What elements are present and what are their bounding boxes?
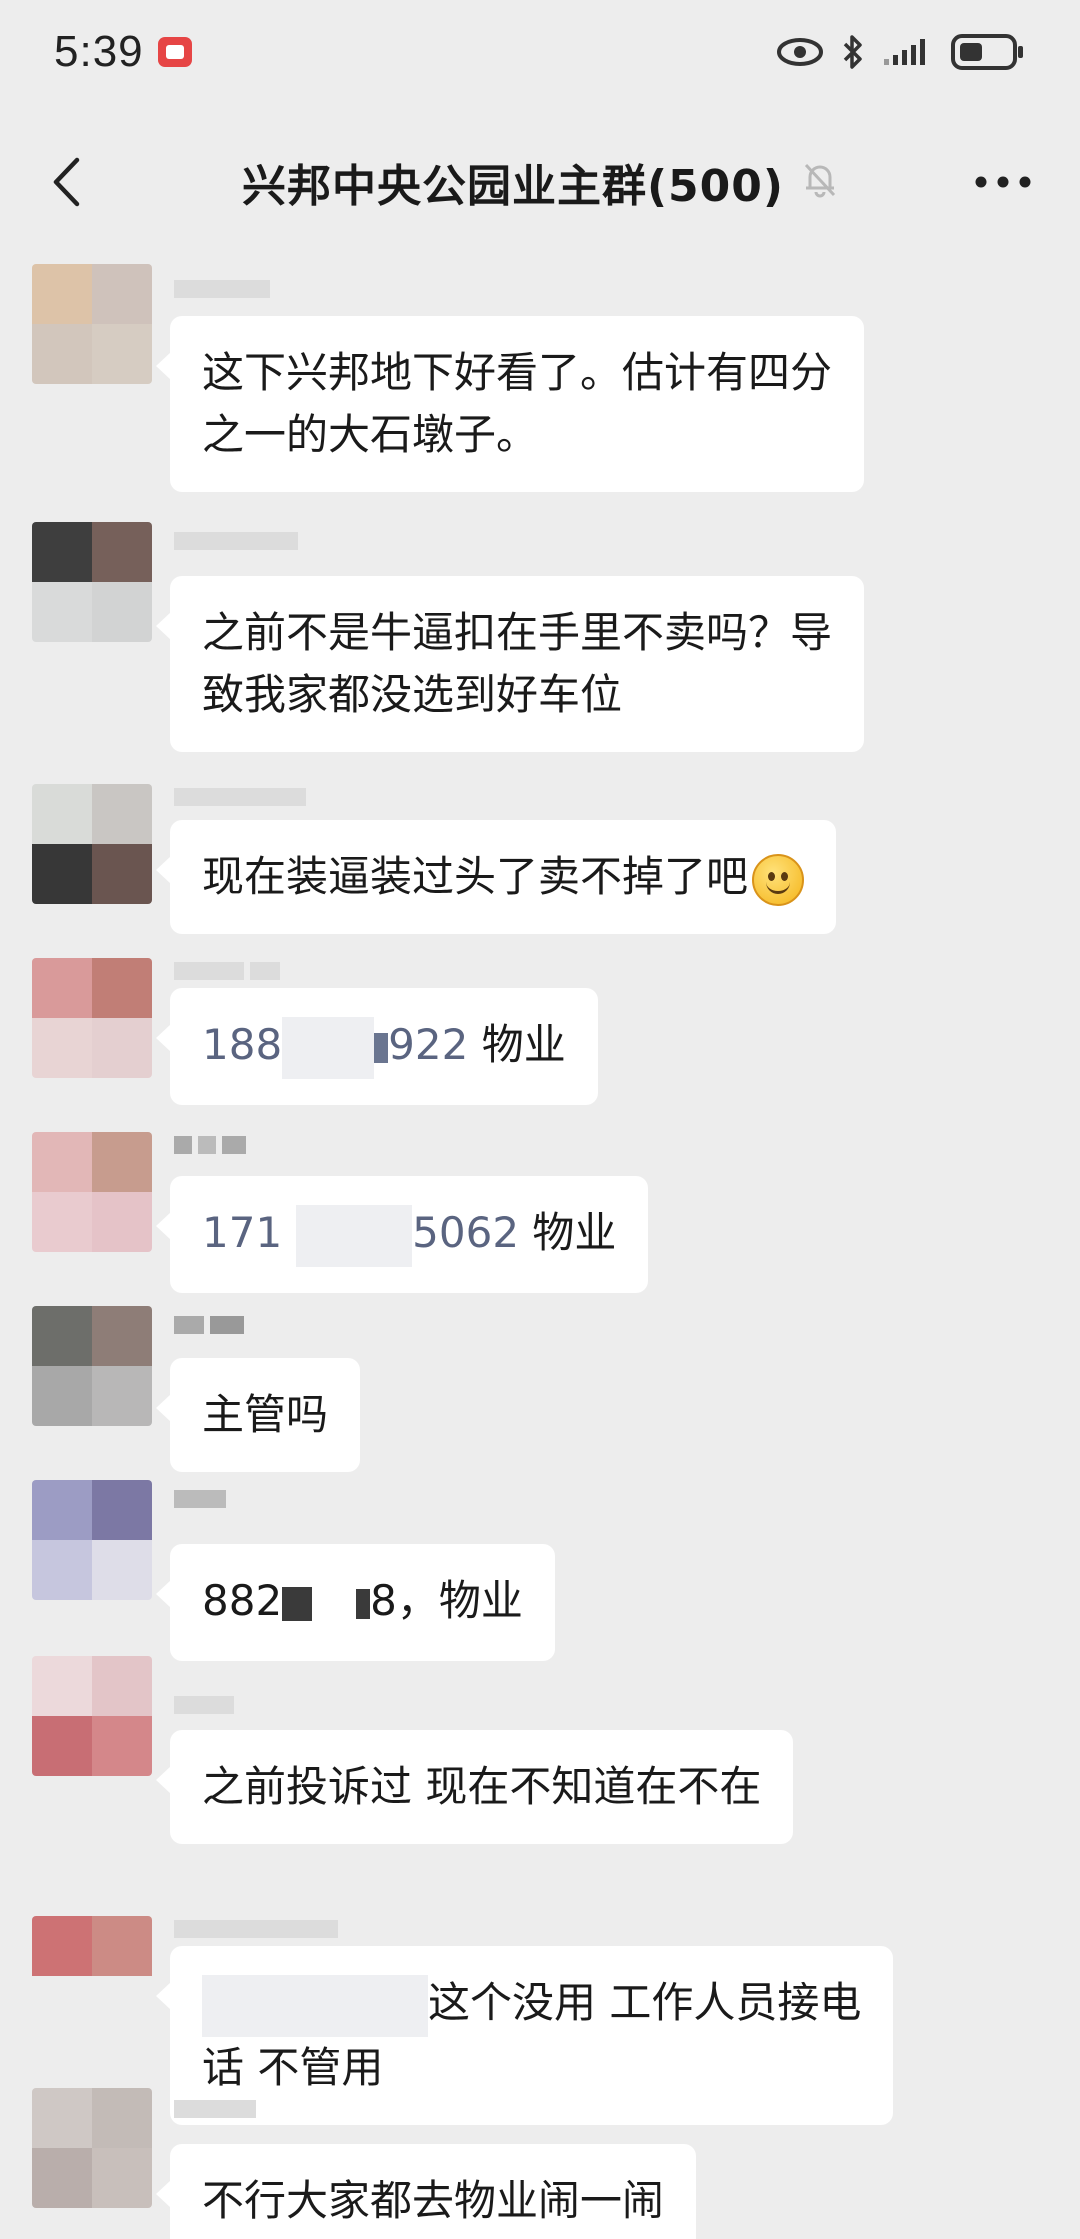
avatar[interactable]: [32, 264, 152, 384]
sender-name: [174, 1312, 244, 1338]
message-line: 话 不管用: [202, 2042, 384, 2092]
message-bubble[interactable]: 882 8，物业: [156, 1544, 555, 1661]
redaction-block: [296, 1204, 413, 1267]
message-text: 主管吗: [202, 1390, 329, 1439]
message-line: 之一的大石墩子。: [202, 410, 539, 459]
avatar[interactable]: [32, 1306, 152, 1426]
avatar[interactable]: [32, 1916, 152, 2036]
phone-number-end: 5062: [412, 1208, 520, 1257]
phone-number-start: 882: [202, 1576, 283, 1625]
avatar[interactable]: [32, 958, 152, 1078]
redaction-block: [312, 1572, 357, 1635]
message-bubble[interactable]: 现在装逼装过头了卖不掉了吧: [155, 820, 837, 934]
eye-icon: [776, 37, 824, 67]
avatar[interactable]: [32, 1132, 152, 1252]
more-button[interactable]: [968, 156, 1038, 208]
message-bubble[interactable]: 这下兴邦地下好看了。估计有四分 之一的大石墩子。: [155, 316, 865, 492]
title-wrap: 兴邦中央公园业主群(500): [242, 150, 838, 214]
status-time: 5:39: [54, 27, 144, 76]
message-bubble[interactable]: 之前不是牛逼扣在手里不卖吗？导 致我家都没选到好车位: [155, 576, 865, 752]
phone-number-end: 922: [388, 1020, 469, 1069]
sender-name: [174, 784, 306, 810]
signal-icon: [882, 37, 932, 67]
message-line: 这下兴邦地下好看了。估计有四分: [202, 348, 833, 397]
back-button[interactable]: [36, 150, 96, 214]
message-bubble[interactable]: 171 5062 物业: [155, 1176, 649, 1293]
message-list[interactable]: 这下兴邦地下好看了。估计有四分 之一的大石墩子。 之前不是牛逼扣在手里不卖吗？导…: [0, 260, 1080, 2239]
status-right: [776, 33, 1026, 71]
redaction-block: [356, 1588, 371, 1619]
message-bubble[interactable]: 主管吗: [155, 1358, 361, 1472]
avatar[interactable]: [32, 1656, 152, 1776]
message-line: 致我家都没选到好车位: [202, 670, 623, 719]
message-bubble[interactable]: 这个没用 工作人员接电 话 不管用: [155, 1946, 894, 2125]
sender-name: [174, 1916, 338, 1942]
bluetooth-icon: [842, 34, 864, 70]
status-bar: 5:39: [0, 0, 1080, 104]
more-icon: [975, 176, 1031, 188]
chat-header: 兴邦中央公园业主群(500): [0, 104, 1080, 260]
battery-icon: [950, 33, 1026, 71]
redaction-block: [282, 1586, 313, 1621]
sender-name: [174, 528, 298, 554]
avatar[interactable]: [32, 1480, 152, 1600]
message-text: 现在装逼装过头了卖不掉了吧: [202, 852, 749, 901]
status-left: 5:39: [54, 27, 192, 77]
sender-name: [174, 958, 280, 984]
message-text: 这个没用 工作人员接电: [428, 1978, 862, 2027]
notification-app-icon: [157, 37, 192, 67]
redaction-block: [282, 1016, 375, 1079]
sender-name: [174, 2096, 256, 2122]
message-suffix: 物业: [438, 1576, 523, 1625]
bell-muted-icon: [802, 161, 838, 203]
message-suffix: 物业: [468, 1020, 566, 1069]
avatar[interactable]: [32, 522, 152, 642]
message-line: 这个没用 工作人员接电: [202, 1972, 861, 2037]
redaction-block: [202, 1974, 428, 2037]
sender-name: [174, 1132, 246, 1158]
phone-number-start: 171: [202, 1208, 283, 1257]
phone-number-start: 188: [202, 1020, 283, 1069]
smile-emoji-icon: [752, 853, 805, 906]
chat-screen: 5:39 兴邦中央公园业主群(500) 这下兴邦地下好看了。估计有四分 之一的大…: [0, 0, 1080, 2239]
chat-title: 兴邦中央公园业主群(500): [241, 161, 785, 212]
avatar[interactable]: [32, 2088, 152, 2208]
sender-name: [174, 1486, 226, 1512]
back-arrow-icon: [53, 157, 80, 207]
message-suffix: 物业: [519, 1208, 617, 1257]
message-bubble[interactable]: 不行大家都去物业闹一闹: [155, 2144, 697, 2239]
avatar[interactable]: [32, 784, 152, 904]
redaction-block: [374, 1032, 389, 1063]
phone-number-end: 8，: [370, 1576, 439, 1625]
message-line: 之前不是牛逼扣在手里不卖吗？导: [202, 608, 833, 657]
message-bubble[interactable]: 188 922 物业: [156, 988, 598, 1105]
message-text: 不行大家都去物业闹一闹: [202, 2176, 665, 2225]
message-bubble[interactable]: 之前投诉过 现在不知道在不在: [155, 1730, 794, 1844]
message-text: 之前投诉过 现在不知道在不在: [202, 1762, 762, 1811]
sender-name: [174, 1692, 234, 1718]
sender-name: [174, 276, 270, 302]
